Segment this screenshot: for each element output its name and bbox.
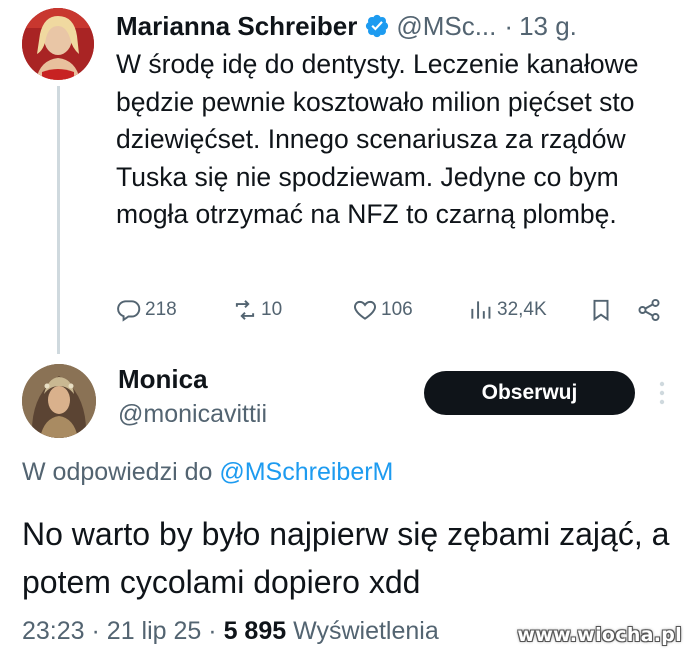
author-handle[interactable]: @MSc... <box>396 11 496 42</box>
reply-meta: 23:23 · 21 lip 25 · 5 895 Wyświetlenia <box>22 617 439 646</box>
tweet-time[interactable]: 13 g. <box>519 11 577 42</box>
repost-count: 10 <box>261 299 283 320</box>
tweet-header: Marianna Schreiber @MSc... · 13 g. <box>116 8 577 44</box>
reply-author-name[interactable]: Monica <box>118 364 208 395</box>
reply-author-avatar[interactable] <box>22 364 96 438</box>
verified-badge-icon <box>366 14 389 38</box>
views-bar-chart-icon <box>471 301 491 319</box>
views-action[interactable]: 32,4K <box>468 293 547 327</box>
reply-mention-link[interactable]: @MSchreiberM <box>219 458 393 486</box>
share-action[interactable] <box>636 293 665 327</box>
bookmark-action[interactable] <box>588 293 617 327</box>
reply-tweet-text: No warto by było najpierw się zębami zaj… <box>22 516 670 600</box>
thread-line <box>57 86 60 354</box>
reply-time[interactable]: 23:23 <box>22 617 85 645</box>
views-count: 32,4K <box>497 299 547 320</box>
follow-button[interactable]: Obserwuj <box>424 371 635 415</box>
watermark: www.wiocha.pl <box>517 624 682 646</box>
repost-action[interactable]: 10 <box>232 293 282 327</box>
bookmark-icon <box>593 299 609 322</box>
reply-date[interactable]: 21 lip 25 <box>107 617 202 645</box>
heart-icon <box>354 300 376 320</box>
like-count: 106 <box>381 299 413 320</box>
reply-author-handle[interactable]: @monicavittii <box>118 400 267 429</box>
repost-icon <box>235 300 255 320</box>
reply-action[interactable]: 218 <box>116 293 177 327</box>
tweet-text: W środę idę do dentysty. Leczenie kanało… <box>116 49 639 229</box>
tweet-actions: 218 10 106 32,4K <box>116 293 676 327</box>
reply-context-prefix: W odpowiedzi do <box>22 458 213 486</box>
reply-views-count: 5 895 <box>223 617 287 645</box>
reply-context: W odpowiedzi do @MSchreiberM <box>22 458 393 487</box>
reply-icon <box>117 300 141 322</box>
separator-dot: · <box>91 617 100 645</box>
author-avatar[interactable] <box>22 8 94 80</box>
author-name[interactable]: Marianna Schreiber <box>116 11 357 42</box>
share-icon <box>638 298 660 322</box>
reply-count: 218 <box>145 299 177 320</box>
separator-dot: · <box>504 10 514 41</box>
like-action[interactable]: 106 <box>352 293 413 327</box>
more-dots-icon[interactable] <box>650 378 674 408</box>
separator-dot: · <box>208 617 217 645</box>
reply-views-label: Wyświetlenia <box>293 617 439 645</box>
original-tweet: Marianna Schreiber @MSc... · 13 g. W śro… <box>0 0 700 354</box>
